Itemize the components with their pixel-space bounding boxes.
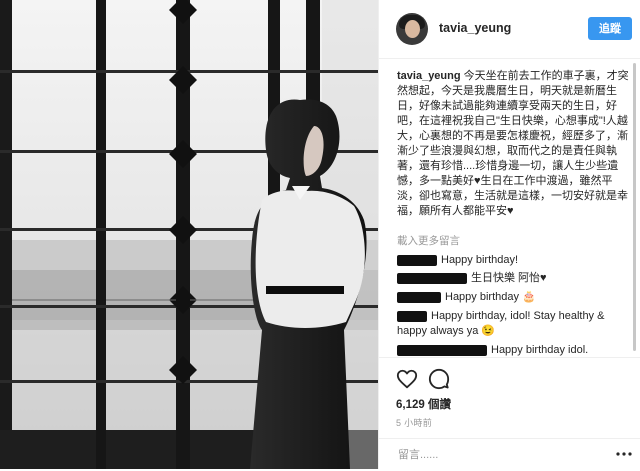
follow-button[interactable]: 追蹤 bbox=[588, 17, 632, 40]
redacted-username bbox=[397, 291, 441, 303]
add-comment-bar bbox=[379, 438, 640, 471]
comment-text: 生日快樂 阿怡♥ bbox=[471, 272, 547, 284]
photo-illustration bbox=[0, 0, 378, 469]
comment-item: 生日快樂 阿怡♥ bbox=[397, 271, 637, 286]
redacted-username bbox=[397, 344, 487, 356]
comment-text: Happy birthday idol. bbox=[491, 344, 589, 356]
avatar-face bbox=[405, 20, 420, 38]
comments-scrollbar[interactable] bbox=[633, 63, 636, 351]
caption-text: 今天坐在前去工作的車子裏，才突然想起，今天是我農曆生日，明天就是新曆生日，好像未… bbox=[397, 70, 629, 217]
instagram-post: tavia_yeung 追蹤 tavia_yeung 今天坐在前去工作的車子裏，… bbox=[0, 0, 640, 469]
load-more-comments-link[interactable]: 載入更多留言 bbox=[397, 233, 460, 248]
caption-username-link[interactable]: tavia_yeung bbox=[397, 70, 461, 82]
comment-item: Happy birthday, idol! Stay healthy & hap… bbox=[397, 309, 637, 339]
comment-item: Happy birthday idol. bbox=[397, 343, 637, 357]
comments-section: tavia_yeung 今天坐在前去工作的車子裏，才突然想起，今天是我農曆生日，… bbox=[379, 59, 640, 357]
comment-item: Happy birthday! bbox=[397, 253, 637, 268]
post-caption: tavia_yeung 今天坐在前去工作的車子裏，才突然想起，今天是我農曆生日，… bbox=[397, 69, 633, 219]
post-header: tavia_yeung 追蹤 bbox=[379, 0, 640, 59]
post-photo[interactable] bbox=[0, 0, 378, 469]
redacted-username bbox=[397, 272, 467, 284]
comment-item: Happy birthday 🎂 bbox=[397, 290, 637, 305]
more-options-icon[interactable] bbox=[615, 447, 633, 461]
post-timestamp: 5 小時前 bbox=[396, 418, 433, 428]
avatar[interactable] bbox=[396, 13, 428, 45]
likes-count[interactable]: 6,129 個讚 bbox=[396, 396, 451, 412]
username-link[interactable]: tavia_yeung bbox=[439, 21, 511, 35]
comment-text: Happy birthday, idol! Stay healthy & hap… bbox=[397, 310, 605, 337]
redacted-username bbox=[397, 254, 437, 266]
comment-input[interactable] bbox=[396, 446, 610, 464]
redacted-username bbox=[397, 310, 427, 322]
comment-text: Happy birthday 🎂 bbox=[445, 291, 536, 303]
post-actions: 6,129 個讚 5 小時前 bbox=[379, 357, 640, 470]
comment-text: Happy birthday! bbox=[441, 254, 519, 266]
heart-icon[interactable] bbox=[396, 368, 418, 390]
comment-icon[interactable] bbox=[428, 368, 450, 390]
post-side-panel: tavia_yeung 追蹤 tavia_yeung 今天坐在前去工作的車子裏，… bbox=[378, 0, 640, 469]
